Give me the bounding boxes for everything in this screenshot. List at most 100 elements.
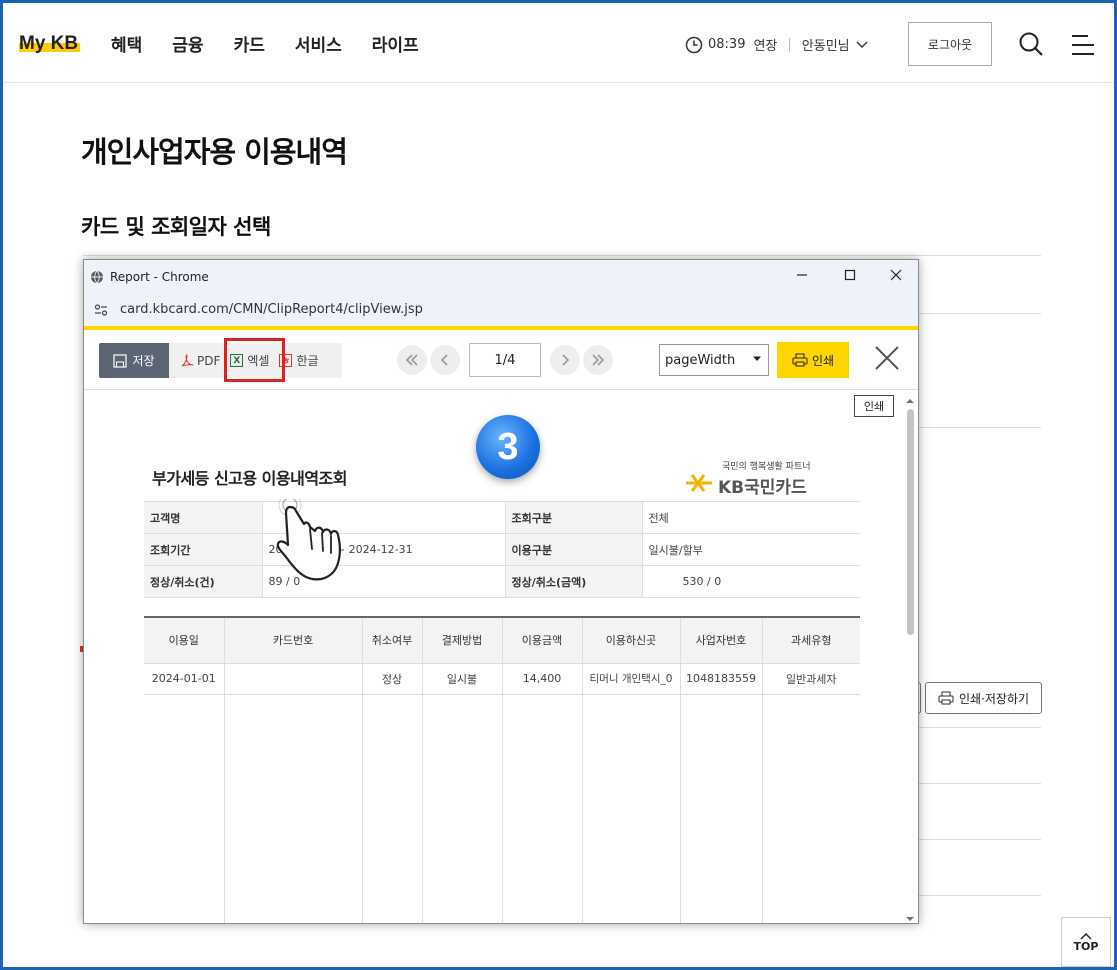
hamburger-menu-button[interactable] — [1070, 33, 1096, 61]
step-number-badge: 3 — [476, 415, 540, 479]
summary-row: 조회기간 2024-01-01 ~ 2024-12-31 이용구분 일시불/할부 — [144, 533, 860, 566]
table-cell — [224, 694, 363, 923]
summary-table: 고객명 조회구분 전체 조회기간 2024-01-01 ~ 2024-12-31… — [144, 501, 860, 598]
nav-item-card[interactable]: 카드 — [234, 31, 265, 56]
summary-key: 정상/취소(건) — [144, 565, 263, 598]
report-title: 부가세등 신고용 이용내역조회 — [152, 469, 348, 488]
maximize-icon — [844, 269, 856, 281]
report-popup-window: Report - Chrome card.kbcard.com/CMN/Clip… — [83, 259, 919, 924]
my-kb-logo[interactable]: My KB — [19, 33, 81, 54]
window-title: Report - Chrome — [110, 269, 209, 284]
next-page-button[interactable] — [550, 345, 580, 375]
summary-value: 530 / 0 — [642, 565, 860, 598]
nav-item-finance[interactable]: 금융 — [172, 31, 203, 56]
minimize-button[interactable] — [796, 268, 808, 282]
kb-star-icon — [686, 474, 712, 492]
print-save-label: 인쇄·저장하기 — [958, 691, 1030, 706]
session-time: 08:39 — [708, 37, 746, 52]
viewer-close-button[interactable] — [874, 345, 900, 375]
pointing-hand-icon — [276, 493, 348, 591]
zoom-select[interactable]: pageWidth — [659, 344, 769, 376]
logout-button[interactable]: 로그아웃 — [908, 22, 992, 66]
excel-highlight-box — [224, 338, 285, 382]
site-info-icon — [94, 303, 108, 316]
site-header: My KB 혜택 금융 카드 서비스 라이프 08:39 연장 | 안동민님 로… — [3, 3, 1114, 83]
screenshot-frame: My KB 혜택 금융 카드 서비스 라이프 08:39 연장 | 안동민님 로… — [0, 0, 1117, 970]
row-divider — [919, 895, 1041, 896]
address-bar[interactable]: card.kbcard.com/CMN/ClipReport4/clipView… — [84, 293, 918, 327]
minimize-icon — [797, 274, 807, 276]
brand-name: KB국민카드 — [718, 478, 807, 498]
search-button[interactable] — [1018, 31, 1044, 61]
kb-card-logo: 국민의 행복생활 파트너 KB국민카드 — [684, 459, 814, 499]
logo-text: My KB — [19, 33, 79, 54]
page-title: 개인사업자용 이용내역 — [81, 135, 348, 169]
scroll-down-arrow-icon — [906, 917, 914, 921]
first-page-button[interactable] — [397, 345, 427, 375]
table-header-row: 이용일 카드번호 취소여부 결제방법 이용금액 이용하신곳 사업자번호 과세유형 — [144, 616, 860, 664]
top-label: TOP — [1073, 939, 1099, 953]
window-close-button[interactable] — [890, 268, 902, 282]
nav-item-life[interactable]: 라이프 — [372, 31, 419, 56]
table-cell: 1048183559 — [680, 663, 763, 695]
last-page-button[interactable] — [583, 345, 613, 375]
section-title: 카드 및 조회일자 선택 — [81, 215, 271, 239]
zoom-value: pageWidth — [665, 352, 736, 368]
extend-session-link[interactable]: 연장 — [753, 35, 777, 54]
table-cell — [362, 694, 423, 923]
row-divider — [919, 727, 1041, 728]
table-cell: 정상 — [362, 663, 423, 695]
url-text: card.kbcard.com/CMN/ClipReport4/clipView… — [120, 302, 423, 317]
nav-item-service[interactable]: 서비스 — [295, 31, 342, 56]
nav-item-benefit[interactable]: 혜택 — [111, 31, 142, 56]
maximize-button[interactable] — [844, 268, 856, 282]
summary-key: 조회기간 — [144, 533, 263, 566]
table-cell — [144, 694, 225, 923]
user-menu[interactable]: 안동민님 — [802, 35, 873, 54]
main-nav: 혜택 금융 카드 서비스 라이프 — [111, 31, 449, 56]
table-cell: 티머니 개인택시_0 — [582, 663, 681, 695]
pdf-icon — [181, 353, 194, 366]
close-icon — [890, 269, 902, 281]
window-titlebar: Report - Chrome — [84, 260, 918, 293]
viewer-scrollbar[interactable] — [904, 397, 916, 923]
summary-key: 조회구분 — [505, 501, 643, 534]
printer-icon — [792, 353, 808, 367]
column-header: 결제방법 — [422, 616, 503, 664]
scroll-top-button[interactable]: TOP — [1061, 917, 1111, 967]
print-save-button[interactable]: 인쇄·저장하기 — [925, 682, 1042, 714]
session-timer: 08:39 연장 | 안동민님 — [685, 35, 873, 54]
chevron-left-icon — [440, 354, 448, 366]
double-chevron-right-icon — [592, 354, 605, 366]
scroll-up-arrow-icon — [906, 399, 914, 403]
column-header: 카드번호 — [224, 616, 363, 664]
table-cell: 일시불 — [422, 663, 503, 695]
page-indicator[interactable]: 1/4 — [469, 343, 541, 377]
hamburger-icon — [1072, 35, 1094, 55]
save-icon — [113, 353, 128, 368]
table-cell — [224, 663, 363, 695]
column-header: 취소여부 — [362, 616, 423, 664]
clock-icon — [685, 36, 703, 53]
transactions-table: 이용일 카드번호 취소여부 결제방법 이용금액 이용하신곳 사업자번호 과세유형… — [144, 616, 860, 923]
section-divider — [83, 255, 1041, 256]
export-pdf-button[interactable]: PDF — [180, 354, 220, 368]
save-label: 저장 — [132, 354, 155, 368]
scrollbar-thumb[interactable] — [907, 409, 914, 635]
user-name: 안동민님 — [801, 39, 850, 54]
table-cell — [422, 694, 503, 923]
row-divider — [919, 783, 1041, 784]
save-button[interactable]: 저장 — [99, 343, 169, 378]
print-button[interactable]: 인쇄 — [777, 342, 849, 378]
export-hwp-button[interactable]: ㅎ 한글 — [279, 352, 319, 369]
summary-row: 고객명 조회구분 전체 — [144, 501, 860, 534]
prev-page-button[interactable] — [430, 345, 460, 375]
table-cell — [762, 694, 860, 923]
globe-icon — [91, 270, 103, 283]
chevron-up-icon — [1080, 932, 1092, 940]
divider: | — [787, 37, 792, 52]
summary-row: 정상/취소(건) 89 / 0 정상/취소(금액) 530 / 0 — [144, 565, 860, 598]
print-label: 인쇄 — [811, 353, 835, 368]
row-divider — [919, 313, 1041, 314]
table-cell — [680, 694, 763, 923]
